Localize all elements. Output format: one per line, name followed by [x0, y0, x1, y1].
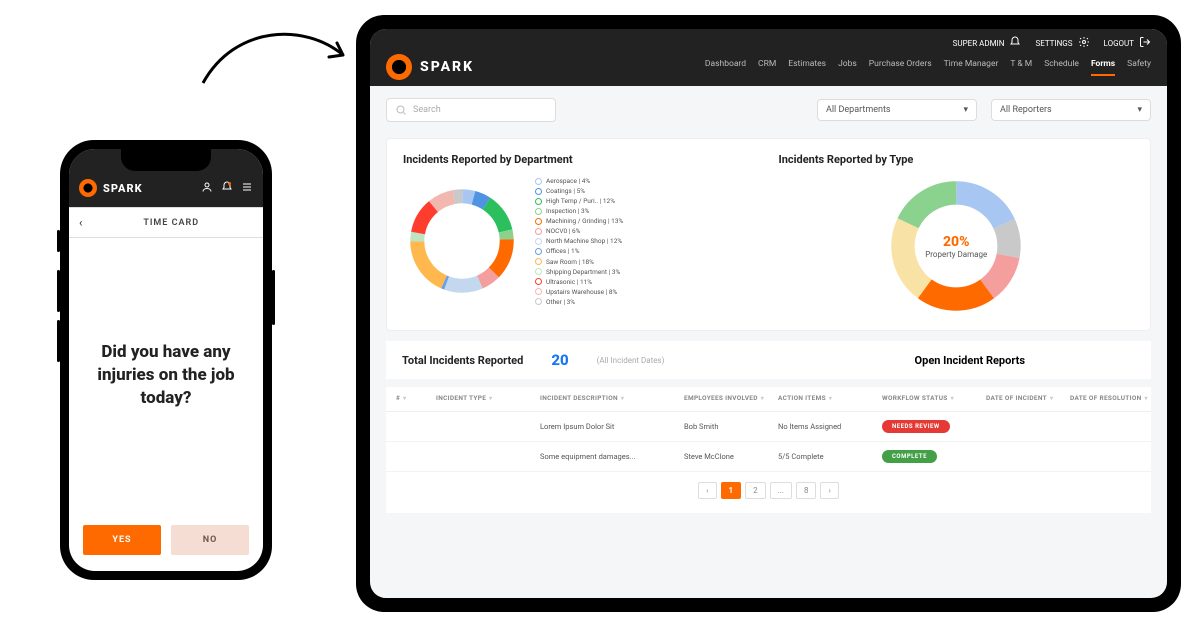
phone-frame: SPARK ‹ TIME CARD Did you have any injur… [60, 140, 272, 580]
sort-icon: ▾ [1050, 395, 1053, 402]
totals-bar: Total Incidents Reported 20 (All Inciden… [386, 341, 1151, 379]
spark-logo-icon [386, 54, 412, 80]
open-reports-label: Open Incident Reports [915, 354, 1025, 367]
nav-item-safety[interactable]: Safety [1127, 59, 1151, 76]
chart-dept-legend: Aerospace | 4%Coatings | 5%High Temp / P… [535, 176, 623, 307]
nav-item-time-manager[interactable]: Time Manager [944, 59, 999, 76]
search-placeholder: Search [413, 105, 441, 115]
legend-item: Saw Room | 18% [535, 257, 623, 267]
pager-prev[interactable]: ‹ [698, 482, 716, 499]
col-header[interactable]: DATE OF RESOLUTION▾ [1070, 395, 1160, 403]
total-value: 20 [551, 351, 568, 369]
bell-icon[interactable] [221, 181, 233, 196]
menu-icon[interactable] [241, 181, 253, 196]
sort-icon: ▾ [761, 395, 764, 402]
brand-name: SPARK [420, 59, 474, 75]
sort-icon: ▾ [403, 395, 406, 402]
nav-item-purchase-orders[interactable]: Purchase Orders [869, 59, 932, 76]
search-input[interactable]: Search [386, 98, 556, 122]
incidents-table: #▾ INCIDENT TYPE▾ INCIDENT DESCRIPTION▾ EMP… [386, 387, 1151, 472]
table-row[interactable]: Some equipment damages...Steve McClone5/… [386, 442, 1151, 472]
main-nav: Dashboard CRM Estimates Jobs Purchase Orders… [705, 59, 1151, 76]
sort-icon: ▾ [829, 395, 832, 402]
legend-item: Upstairs Warehouse | 8% [535, 287, 623, 297]
table-row[interactable]: Lorem Ipsum Dolor SitBob SmithNo Items A… [386, 412, 1151, 442]
table-pager: ‹ 12...8› [386, 472, 1151, 513]
status-badge: NEEDS REVIEW [882, 420, 950, 433]
col-header[interactable]: EMPLOYEES INVOLVED▾ [684, 395, 774, 403]
pager-last-page[interactable]: 8 [796, 482, 817, 499]
user-icon[interactable] [201, 181, 213, 196]
yes-button[interactable]: YES [83, 525, 161, 555]
injury-question: Did you have any injuries on the job tod… [87, 341, 245, 410]
search-icon [395, 104, 407, 116]
phone-titlebar: ‹ TIME CARD [69, 207, 263, 238]
nav-item-crm[interactable]: CRM [758, 59, 776, 76]
top-link-logout[interactable]: LOGOUT [1104, 36, 1151, 50]
pager-page-2[interactable]: 2 [745, 482, 766, 499]
col-header[interactable]: #▾ [396, 395, 432, 403]
col-header[interactable]: INCIDENT DESCRIPTION▾ [540, 395, 680, 403]
chevron-down-icon: ▾ [963, 105, 968, 115]
legend-item: NOCV0 | 6% [535, 226, 623, 236]
legend-item: Aerospace | 4% [535, 176, 623, 186]
tablet-frame: SUPER ADMIN SETTINGS LOGOUT SPARK Dashboar… [356, 15, 1181, 612]
sort-icon: ▾ [951, 395, 954, 402]
app-header: SUPER ADMIN SETTINGS LOGOUT SPARK Dashboar… [370, 29, 1167, 86]
gear-icon [1078, 36, 1090, 50]
legend-item: Shipping Department | 3% [535, 267, 623, 277]
bell-icon [1009, 36, 1021, 50]
col-header[interactable]: INCIDENT TYPE▾ [436, 395, 536, 403]
nav-item-jobs[interactable]: Jobs [838, 59, 857, 76]
logout-icon [1139, 36, 1151, 50]
nav-item-dashboard[interactable]: Dashboard [705, 59, 746, 76]
phone-screen-title: TIME CARD [89, 218, 253, 228]
legend-item: Ultrasonic | 11% [535, 277, 623, 287]
col-header[interactable]: WORKFLOW STATUS▾ [882, 395, 982, 403]
chart-dept-title: Incidents Reported by Department [403, 153, 759, 166]
legend-item: Offices | 1% [535, 246, 623, 256]
col-header[interactable]: ACTION ITEMS▾ [778, 395, 878, 403]
back-icon[interactable]: ‹ [79, 216, 83, 229]
legend-item: Inspection | 3% [535, 206, 623, 216]
status-badge: COMPLETE [882, 450, 937, 463]
legend-item: Other | 3% [535, 297, 623, 307]
nav-item-estimates[interactable]: Estimates [788, 59, 826, 76]
no-button[interactable]: NO [171, 525, 249, 555]
pager-page-1[interactable]: 1 [721, 482, 742, 499]
department-filter[interactable]: All Departments ▾ [817, 99, 977, 121]
type-center-label: Property Damage [925, 250, 987, 259]
chart-dept-donut [403, 182, 521, 300]
top-link-super-admin[interactable]: SUPER ADMIN [953, 36, 1022, 50]
chevron-down-icon: ▾ [1137, 105, 1142, 115]
reporter-filter[interactable]: All Reporters ▾ [991, 99, 1151, 121]
type-center-pct: 20% [943, 234, 970, 250]
sort-icon: ▾ [1145, 395, 1148, 402]
sort-icon: ▾ [621, 395, 624, 402]
flow-arrow [195, 15, 355, 90]
total-sub: (All Incident Dates) [597, 356, 665, 365]
nav-item-forms[interactable]: Forms [1091, 59, 1115, 76]
sort-icon: ▾ [489, 395, 492, 402]
nav-item-t-m[interactable]: T & M [1010, 59, 1032, 76]
pager-ellipsis[interactable]: ... [770, 482, 792, 499]
brand-name: SPARK [103, 182, 195, 195]
legend-item: Machining / Grinding | 13% [535, 216, 623, 226]
pager-next[interactable]: › [820, 482, 838, 499]
col-header[interactable]: DATE OF INCIDENT▾ [986, 395, 1066, 403]
chart-type-title: Incidents Reported by Type [779, 153, 1135, 166]
nav-item-schedule[interactable]: Schedule [1044, 59, 1079, 76]
top-link-settings[interactable]: SETTINGS [1035, 36, 1089, 50]
total-label: Total Incidents Reported [402, 354, 523, 367]
spark-logo-icon [79, 179, 97, 197]
legend-item: North Machine Shop | 12% [535, 236, 623, 246]
legend-item: High Temp / Puri.. | 12% [535, 196, 623, 206]
legend-item: Coatings | 5% [535, 186, 623, 196]
